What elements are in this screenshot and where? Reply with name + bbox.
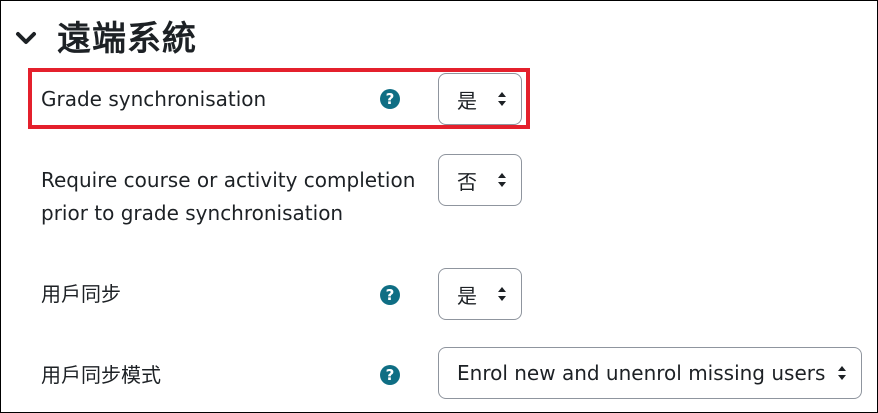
select-value: 否: [457, 169, 477, 194]
setting-label: 用戶同步模式: [41, 363, 161, 387]
chevron-down-icon[interactable]: [15, 27, 37, 49]
sort-arrows-icon: [498, 173, 506, 187]
sort-arrows-icon: [838, 366, 846, 380]
settings-panel: 遠端系統 Grade synchronisation ? 是 Require c…: [0, 0, 878, 413]
help-icon[interactable]: ?: [380, 365, 400, 385]
section-title: 遠端系統: [57, 19, 197, 59]
setting-label-line2: prior to grade synchronisation: [41, 201, 344, 225]
help-icon[interactable]: ?: [380, 285, 400, 305]
select-value: Enrol new and unenrol missing users: [457, 361, 826, 385]
user-sync-select[interactable]: 是: [438, 268, 522, 320]
section-header[interactable]: 遠端系統: [15, 11, 197, 60]
completion-select[interactable]: 否: [438, 154, 522, 206]
setting-label-line1: Require course or activity completion: [41, 168, 416, 192]
sort-arrows-icon: [498, 287, 506, 301]
highlight-box: [28, 68, 530, 129]
user-sync-mode-select[interactable]: Enrol new and unenrol missing users: [438, 347, 862, 399]
select-value: 是: [457, 283, 477, 308]
setting-label: 用戶同步: [41, 282, 121, 306]
